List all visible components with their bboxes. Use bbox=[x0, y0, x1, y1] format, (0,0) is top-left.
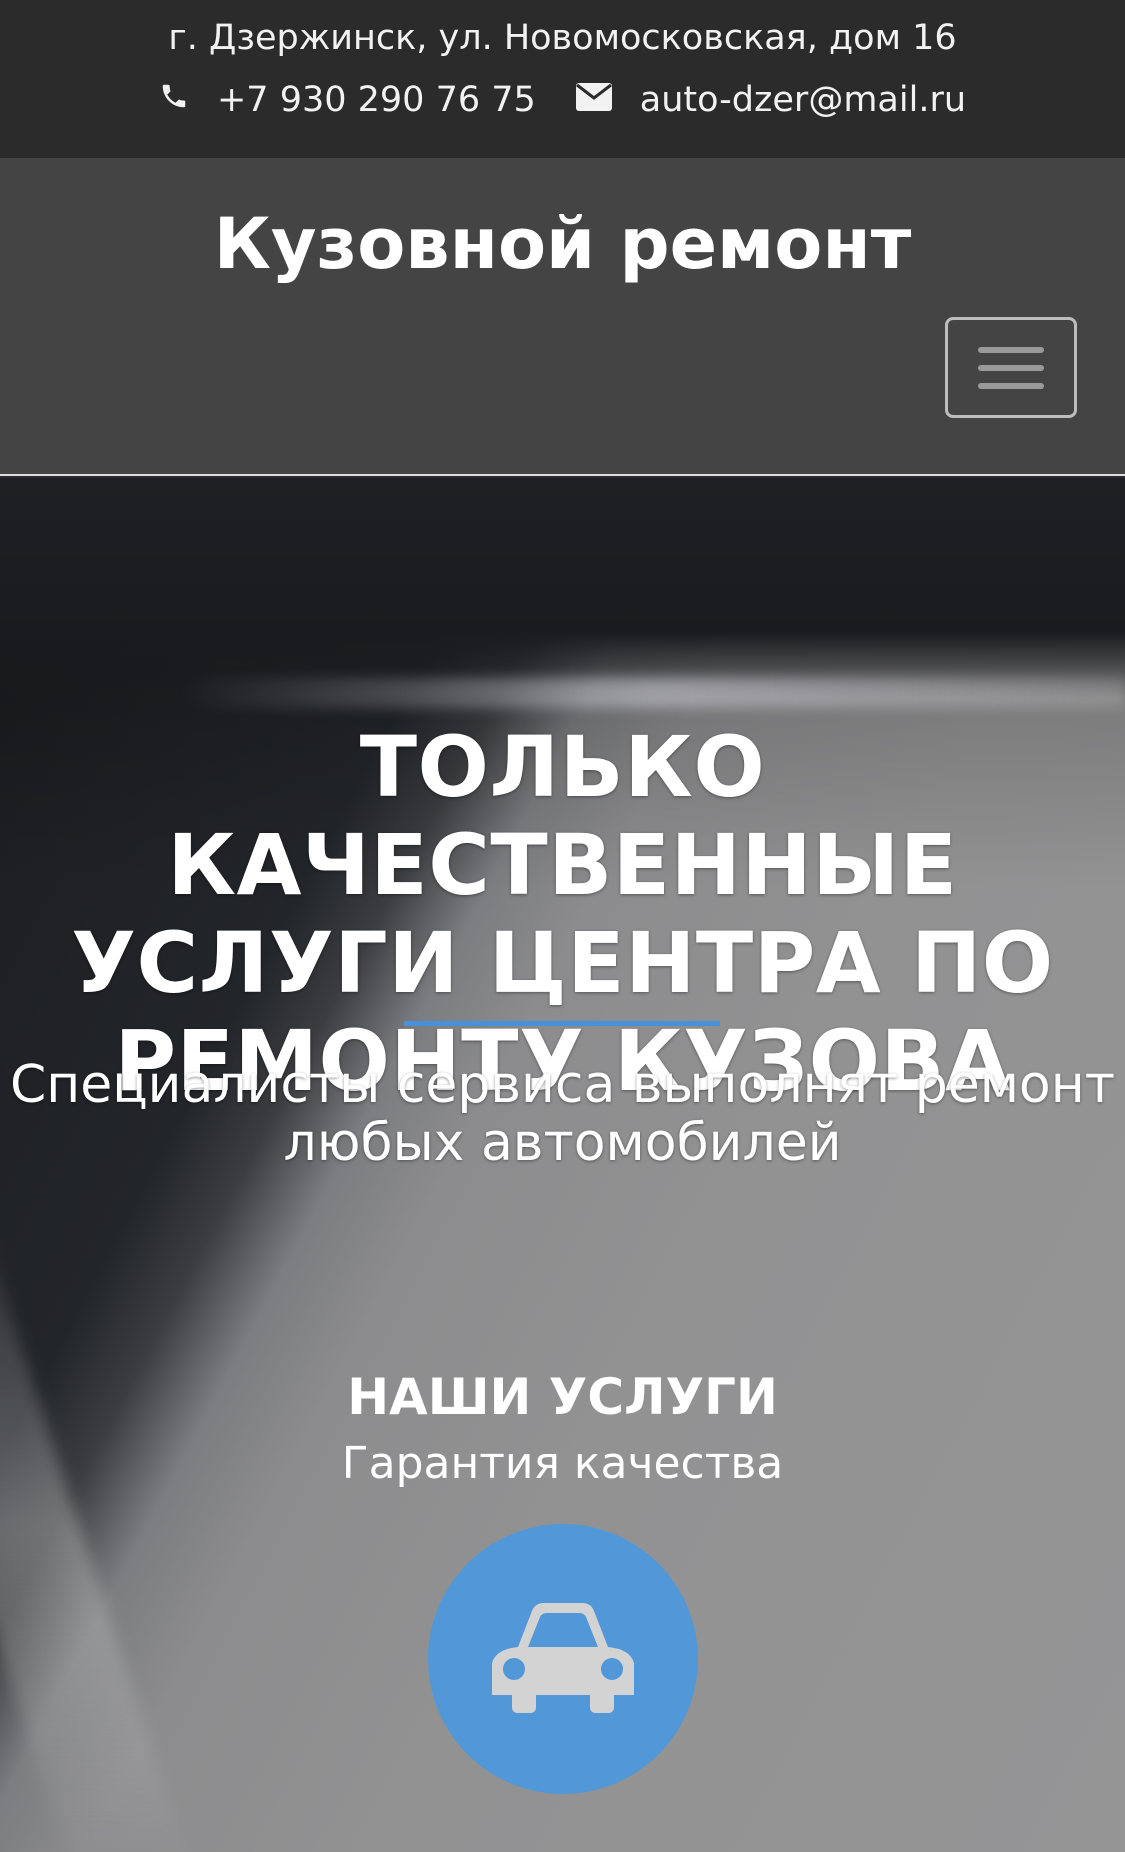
hero-background-strip bbox=[0, 1178, 194, 1852]
hamburger-menu-icon bbox=[978, 364, 1044, 371]
navbar: Кузовной ремонт bbox=[0, 158, 1125, 476]
service-icon-circle[interactable] bbox=[428, 1524, 698, 1794]
phone-contact[interactable]: +7 930 290 76 75 bbox=[159, 80, 536, 120]
hero-title-line: УСЛУГИ ЦЕНТРА ПО bbox=[71, 914, 1054, 1012]
hero-background-shade bbox=[0, 478, 1125, 698]
envelope-icon bbox=[575, 80, 612, 120]
phone-number[interactable]: +7 930 290 76 75 bbox=[217, 80, 536, 120]
hero-section: ТОЛЬКО КАЧЕСТВЕННЫЕ УСЛУГИ ЦЕНТРА ПО РЕМ… bbox=[0, 478, 1125, 1852]
services-subheading: Гарантия качества bbox=[341, 1438, 784, 1489]
menu-toggle-button[interactable] bbox=[945, 317, 1077, 418]
hero-title: ТОЛЬКО КАЧЕСТВЕННЫЕ УСЛУГИ ЦЕНТРА ПО РЕМ… bbox=[0, 718, 1125, 1110]
hero-background-highlight bbox=[180, 678, 1125, 708]
site-title[interactable]: Кузовной ремонт bbox=[0, 203, 1125, 285]
car-icon bbox=[490, 1599, 636, 1719]
hamburger-menu-icon bbox=[978, 382, 1044, 389]
email-contact[interactable]: auto-dzer@mail.ru bbox=[575, 80, 966, 120]
hamburger-menu-icon bbox=[978, 346, 1044, 353]
email-address[interactable]: auto-dzer@mail.ru bbox=[640, 80, 966, 120]
hero-subtitle-line: любых автомобилей bbox=[283, 1113, 842, 1173]
hero-title-line: ТОЛЬКО КАЧЕСТВЕННЫЕ bbox=[167, 718, 958, 914]
hero-subtitle-line: Специалисты сервиса выполнят ремонт bbox=[9, 1055, 1116, 1115]
services-heading: НАШИ УСЛУГИ bbox=[347, 1368, 778, 1426]
hero-subtitle: Специалисты сервиса выполнят ремонт любы… bbox=[0, 1056, 1125, 1172]
title-underline bbox=[404, 1021, 720, 1026]
top-contact-bar: г. Дзержинск, ул. Новомосковская, дом 16… bbox=[0, 0, 1125, 158]
phone-icon bbox=[159, 80, 189, 120]
address-text: г. Дзержинск, ул. Новомосковская, дом 16 bbox=[168, 18, 957, 58]
contact-row: +7 930 290 76 75 auto-dzer@mail.ru bbox=[0, 80, 1125, 120]
